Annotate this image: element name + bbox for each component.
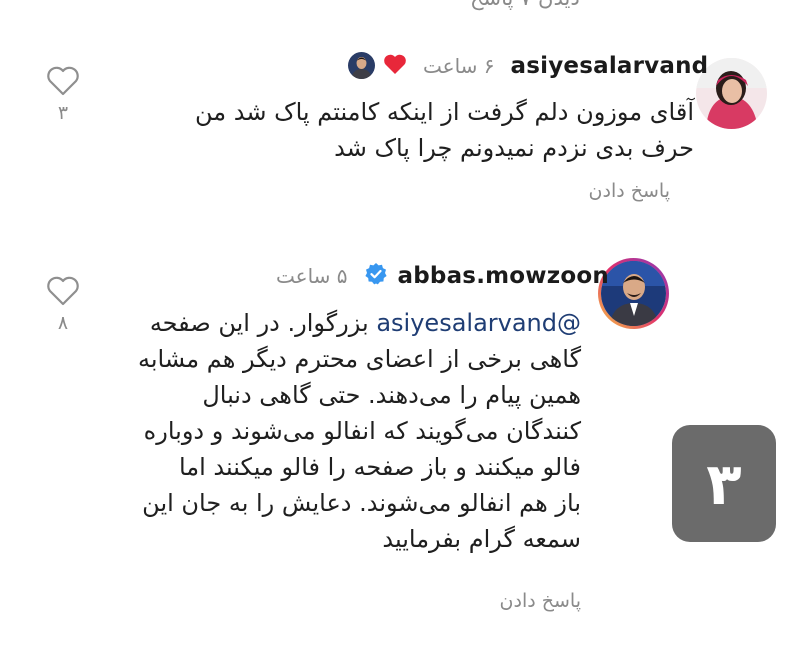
comment-username[interactable]: abbas.mowzoon [398,263,609,289]
comment-time: ۶ ساعت [423,53,495,78]
comment-username[interactable]: asiyesalarvand [511,53,709,79]
like-control[interactable]: ۳ [43,66,83,124]
author-liked-heart-icon [383,53,407,79]
mention-link[interactable]: asiyesalarvand@ [376,309,581,337]
comment-text: آقای موزون دلم گرفت از اینکه کامنتم پاک … [195,98,694,162]
heart-outline-icon[interactable] [46,276,80,306]
comment-1-header: ۶ ساعت asiyesalarvand [348,52,708,79]
like-count: ۳ [57,102,69,124]
comment-2-header: ۵ ساعت abbas.mowzoon [276,262,609,290]
reply-button[interactable]: پاسخ دادن [589,180,670,202]
like-control[interactable]: ۸ [43,276,83,334]
reply-button[interactable]: پاسخ دادن [500,590,581,612]
comment-time: ۵ ساعت [276,264,348,288]
overlay-number-badge: ۳ [672,425,776,542]
comment-text: asiyesalarvand@ بزرگوار. در این صفحه گاه… [137,309,581,553]
verified-badge-icon [364,262,388,290]
heart-outline-icon[interactable] [46,66,80,96]
author-avatar-small [348,52,375,79]
like-count: ۸ [57,312,69,334]
view-replies-link[interactable]: دیدن ۷ پاسخ [470,0,620,10]
